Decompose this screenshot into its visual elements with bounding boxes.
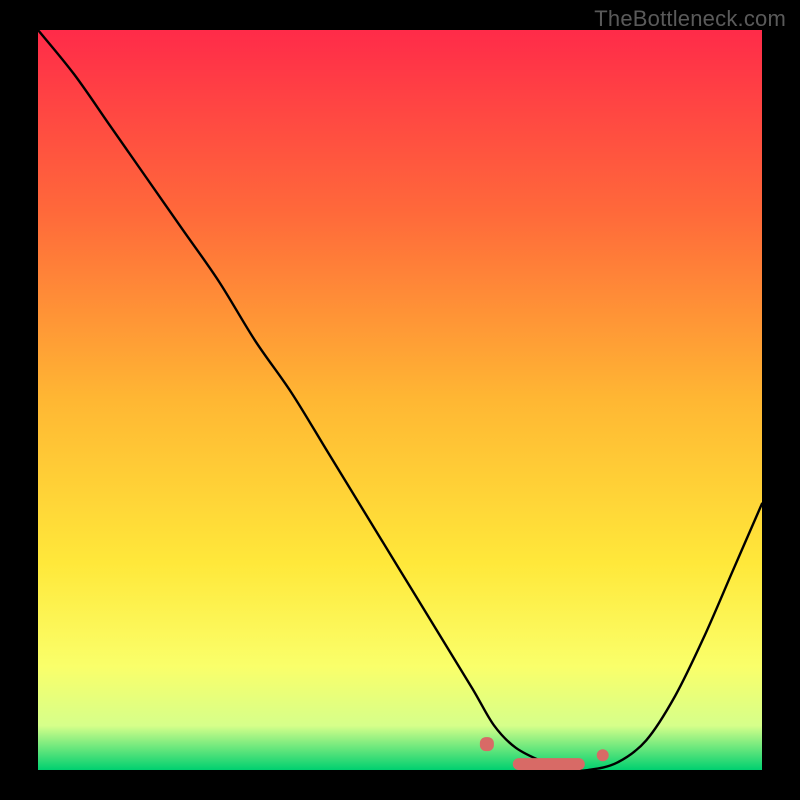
chart-area: [38, 30, 762, 770]
marker-right: [597, 749, 609, 761]
gradient-background: [38, 30, 762, 770]
marker-left: [480, 737, 494, 751]
marker-center: [513, 758, 585, 770]
watermark-text: TheBottleneck.com: [594, 6, 786, 32]
bottleneck-chart: [38, 30, 762, 770]
